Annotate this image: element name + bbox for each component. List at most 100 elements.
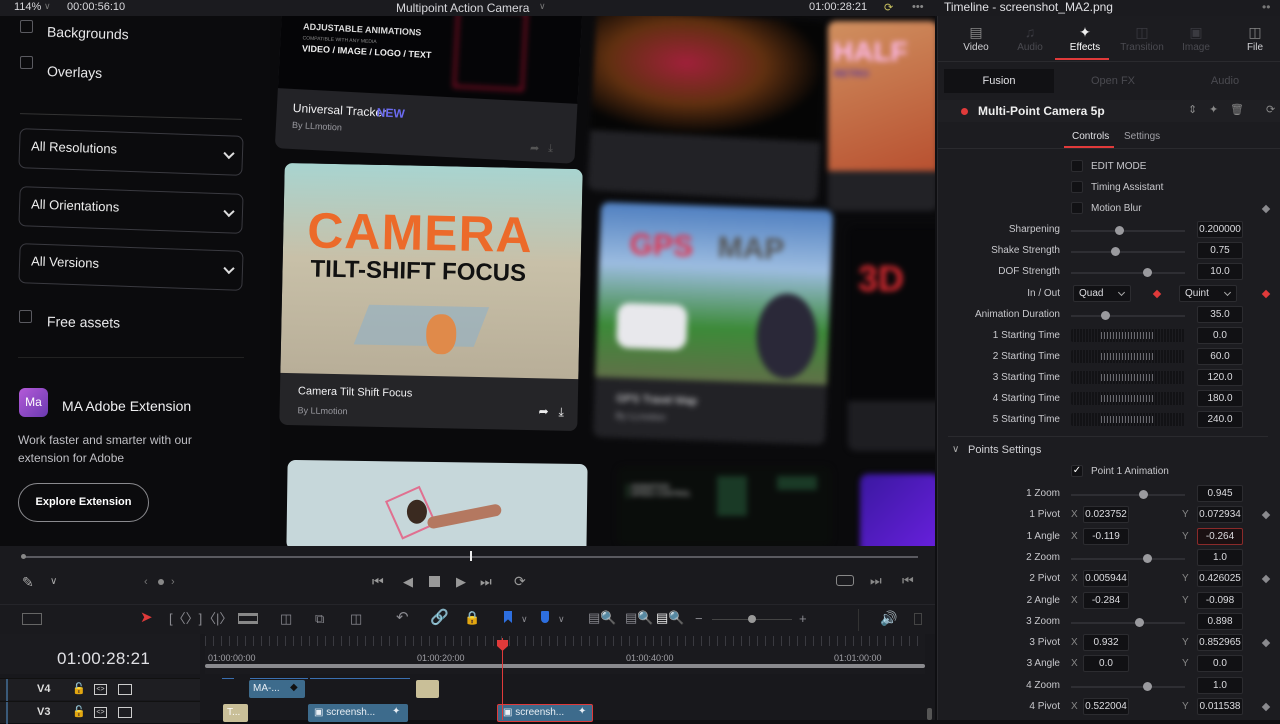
keyframe-icon[interactable] [1261,510,1271,520]
starting-time-5-value[interactable]: 240.0 [1197,411,1243,428]
asset-card-purple[interactable] [860,474,935,546]
timeline-clip[interactable]: T... [223,704,248,722]
timeline-clip[interactable]: MA-... ◆ [249,680,305,698]
zoom-value[interactable]: 1.0 [1197,549,1243,566]
dynamic-trim-icon[interactable]: 〈|〉 [203,612,232,626]
overwrite-clip-icon[interactable]: ⧉ [315,612,324,626]
audio-meter-icon[interactable] [914,613,922,625]
next-edit-icon[interactable]: ⏭ [870,573,882,589]
insert-clip-icon[interactable]: ◫ [280,612,292,626]
x-value[interactable]: -0.284 [1083,592,1129,609]
starting-time-1-thumbwheel[interactable] [1071,329,1185,342]
sharpening-value[interactable]: 0.200000 [1197,221,1243,238]
slider-knob[interactable] [1111,247,1121,256]
inspector-tab-audio[interactable]: ♫ Audio [1002,24,1058,53]
reverse-play-icon[interactable]: ◀ [403,574,413,590]
zoom-slider[interactable] [1071,554,1185,563]
volume-icon[interactable]: 🔊 [880,611,897,625]
subtab-audio[interactable]: Audio [1170,69,1280,93]
auto-track-select-icon[interactable]: <> [94,684,107,695]
share-icon[interactable]: ➦ [538,404,548,418]
chevron-down-icon[interactable]: ∨ [539,1,546,12]
position-lock-icon[interactable]: 🔒 [464,611,480,625]
scrub-playhead[interactable] [470,551,472,561]
zoom-slider[interactable] [1071,682,1185,691]
orientations-dropdown[interactable]: All Orientations [18,186,244,234]
timeline-range-bar[interactable] [205,664,925,668]
subtab-fusion[interactable]: Fusion [944,69,1054,93]
inspector-tab-transition[interactable]: ◫ Transition [1114,24,1170,53]
previous-keyframe-icon[interactable]: ‹ [144,576,148,588]
keyframe-icon[interactable] [1261,289,1271,299]
auto-track-select-icon[interactable]: <> [94,707,107,718]
resolutions-dropdown[interactable]: All Resolutions [18,128,244,176]
starting-time-3-thumbwheel[interactable] [1071,371,1185,384]
y-value[interactable]: 0.011538 [1197,698,1243,715]
free-assets-checkbox[interactable] [19,310,32,323]
selection-mode-icon[interactable]: ➤ [140,610,153,625]
dof-strength-value[interactable]: 10.0 [1197,263,1243,280]
x-value[interactable]: 0.0 [1083,655,1129,672]
open-in-fusion-icon[interactable]: ✦ [1209,103,1218,116]
zoom-custom-icon[interactable]: ▤🔍 [656,611,684,625]
x-value[interactable]: 0.522004 [1083,698,1129,715]
inspector-options-button[interactable]: •• [1262,0,1270,14]
keyframe-icon[interactable] [1261,574,1271,584]
dof-strength-slider[interactable] [1071,268,1185,277]
track-enable-icon[interactable] [118,707,132,718]
timeline-clip[interactable] [416,680,439,698]
inspector-tab-image[interactable]: ▣ Image [1168,24,1224,53]
reset-icon[interactable]: ⟳ [1266,103,1275,116]
starting-time-1-value[interactable]: 0.0 [1197,327,1243,344]
lock-icon[interactable]: 🔓 [72,682,86,695]
zoom-value[interactable]: 1.0 [1197,677,1243,694]
inspector-tab-file[interactable]: ◫ File [1227,24,1280,53]
keyframe-icon[interactable] [1261,638,1271,648]
ease-in-dropdown[interactable]: Quad [1073,285,1131,302]
effect-enable-toggle[interactable] [961,108,968,115]
keyframe-icon[interactable] [1261,702,1271,712]
lock-icon[interactable]: 🔓 [72,705,86,718]
ease-out-dropdown[interactable]: Quint [1179,285,1237,302]
slider-knob[interactable] [1101,311,1111,320]
snapping-icon[interactable]: ↶ [396,610,409,625]
versions-dropdown[interactable]: All Versions [18,243,244,291]
trim-mode-icon[interactable]: [〈〉] [169,612,202,626]
zoom-slider[interactable] [1071,490,1185,499]
linked-selection-icon[interactable]: 🔗 [430,610,449,625]
y-value[interactable]: 0.852965 [1197,634,1243,651]
replace-clip-icon[interactable]: ◫ [350,612,362,626]
controls-tab[interactable]: Controls [1072,131,1109,142]
timeline-zoom-knob[interactable] [748,615,756,623]
chevron-down-icon[interactable]: ∨ [50,576,57,587]
starting-time-4-thumbwheel[interactable] [1071,392,1185,405]
shake-strength-slider[interactable] [1071,247,1185,256]
y-value[interactable]: -0.098 [1197,592,1243,609]
zoom-out-icon[interactable]: − [695,612,703,626]
skip-to-start-icon[interactable]: ⏮ [372,574,384,590]
x-value[interactable]: 0.005944 [1083,570,1129,587]
animation-duration-slider[interactable] [1071,311,1185,320]
asset-card-universal-tracker[interactable]: ADJUSTABLE ANIMATIONS COMPATIBLE WITH AN… [274,16,584,164]
zoom-full-icon[interactable]: ▤🔍 [588,611,616,625]
timeline-scrollbar[interactable] [927,708,932,720]
backgrounds-checkbox[interactable] [20,20,33,33]
starting-time-2-thumbwheel[interactable] [1071,350,1185,363]
starting-time-3-value[interactable]: 120.0 [1197,369,1243,386]
animation-duration-value[interactable]: 35.0 [1197,306,1243,323]
blade-edit-icon[interactable] [238,613,258,624]
keyframe-icon[interactable] [1152,289,1162,299]
subtab-open-fx[interactable]: Open FX [1058,69,1168,93]
match-frame-icon[interactable] [836,575,854,586]
slider-knob[interactable] [1143,682,1153,691]
track-enable-icon[interactable] [118,684,132,695]
asset-card-universal-tracker-dancer[interactable] [286,459,588,546]
keyframe-dot-icon[interactable] [158,579,164,585]
sharpening-slider[interactable] [1071,226,1185,235]
shake-strength-value[interactable]: 0.75 [1197,242,1243,259]
timeline-clip[interactable]: ▣ screensh... ✦ [308,704,408,722]
flag-icon[interactable] [504,611,512,623]
y-value[interactable]: 0.0 [1197,655,1243,672]
keyframe-icon[interactable] [1261,204,1271,214]
asset-card-half-retro[interactable]: HALF RETRO [828,21,935,211]
